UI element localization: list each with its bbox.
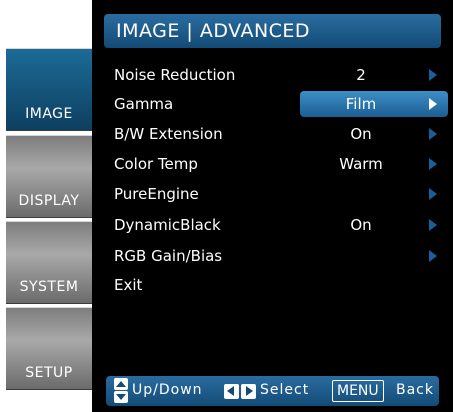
menu-item-value: On [350,125,372,143]
menu-item-label: Color Temp [114,155,198,173]
chevron-right-icon[interactable] [429,250,437,262]
chevron-right-icon[interactable] [429,219,437,231]
menu-item-label: DynamicBlack [114,216,221,234]
tab-image-label: IMAGE [25,106,73,122]
help-select-label: Select [260,382,310,398]
menu-item-pureengine[interactable]: PureEngine [104,181,447,207]
menu-item-value: Warm [339,155,383,173]
menu-item-label: RGB Gain/Bias [114,247,223,265]
menu-item-dynamicblack[interactable]: DynamicBlack On [104,212,447,238]
menu-item-value: 2 [356,66,366,84]
tab-system[interactable]: SYSTEM [6,221,92,304]
tab-setup-label: SETUP [25,365,73,381]
tab-system-label: SYSTEM [19,279,79,295]
menu-item-noise-reduction[interactable]: Noise Reduction 2 [104,62,447,88]
chevron-right-icon[interactable] [429,128,437,140]
menu-item-color-temp[interactable]: Color Temp Warm [104,151,447,177]
menu-item-value [300,181,448,207]
help-updown-label: Up/Down [132,382,203,398]
menu-item-label: Noise Reduction [114,66,236,84]
menu-item-bw-extension[interactable]: B/W Extension On [104,121,447,147]
menu-item-exit[interactable]: Exit [104,272,447,298]
menu-item-label: Gamma [114,95,174,113]
chevron-right-icon[interactable] [429,98,437,110]
menu-item-value [300,243,448,269]
menu-item-label: PureEngine [114,185,199,203]
osd-panel: IMAGE | ADVANCED Noise Reduction 2 Gamma… [92,0,453,412]
tab-display[interactable]: DISPLAY [6,135,92,218]
help-back-label: Back [396,382,434,398]
menu-key-badge: MENU [332,380,384,402]
menu-tabs: IMAGE DISPLAY SYSTEM SETUP [0,48,92,398]
menu-item-value: On [350,216,372,234]
menu-item-label: Exit [114,276,143,294]
panel-title: IMAGE | ADVANCED [104,14,441,48]
menu-item-label: B/W Extension [114,125,223,143]
chevron-right-icon[interactable] [429,69,437,81]
up-down-arrows-icon [114,378,128,404]
tab-display-label: DISPLAY [18,193,80,209]
help-bar: Up/Down Select MENU Back [106,376,439,406]
tab-image[interactable]: IMAGE [6,48,92,131]
chevron-right-icon[interactable] [429,188,437,200]
menu-item-value[interactable]: Film [300,91,448,117]
menu-item-rgb-gain-bias[interactable]: RGB Gain/Bias [104,243,447,269]
menu-item-gamma[interactable]: Gamma Film [104,91,448,117]
tab-setup[interactable]: SETUP [6,307,92,390]
chevron-right-icon[interactable] [429,158,437,170]
left-right-arrows-icon [224,384,256,399]
